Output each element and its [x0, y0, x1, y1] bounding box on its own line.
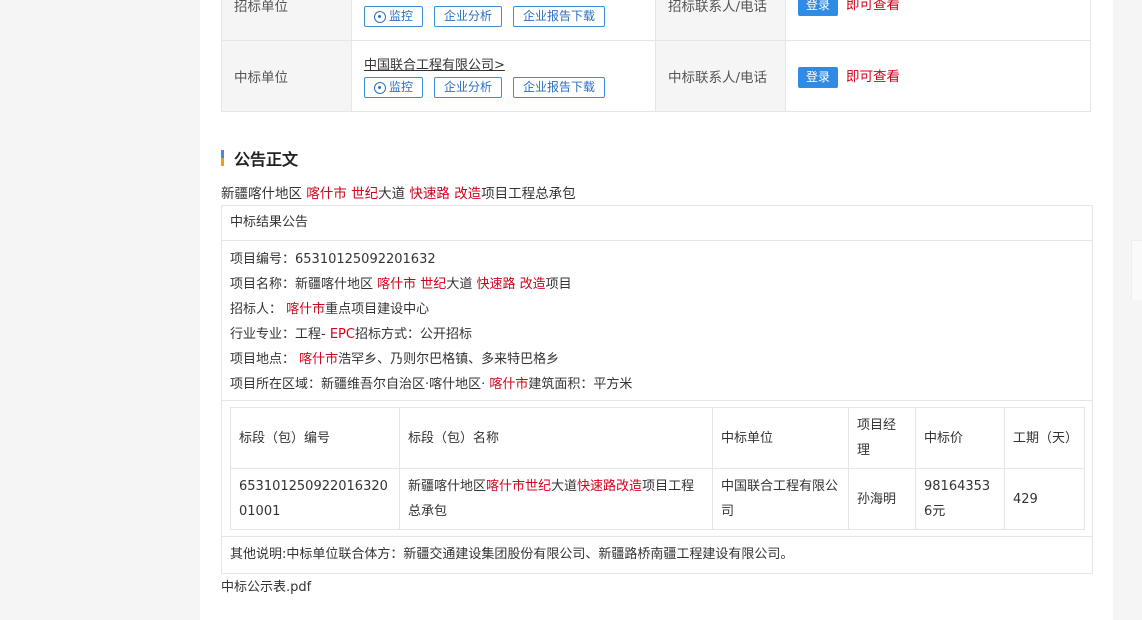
cell-manager: 孙海明	[848, 468, 916, 530]
attachment-link[interactable]: 中标公示表.pdf	[221, 576, 311, 595]
col-price: 中标价	[915, 407, 1005, 469]
company-info-table: 招标单位 监控 企业分析 企业报告下载 招标联系人/电话 登录 即可查看 中标单位…	[221, 0, 1091, 112]
announcement-headline: 新疆喀什地区 喀什市 世纪大道 快速路 改造项目工程总承包	[221, 186, 576, 202]
col-section-code: 标段（包）编号	[230, 407, 400, 469]
other-notes: 其他说明:中标单位联合体方：新疆交通建设集团股份有限公司、新疆路桥南疆工程建设有…	[230, 547, 794, 562]
monitor-button[interactable]: 监控	[364, 6, 424, 27]
project-region: 项目所在区域：新疆维吾尔自治区·喀什地区· 喀什市建筑面积：平方米	[230, 377, 633, 392]
cell-price: 981643536元	[915, 468, 1005, 530]
side-widget[interactable]	[1131, 240, 1142, 300]
company-report-download-button[interactable]: 企业报告下载	[513, 77, 606, 98]
project-number: 项目编号：65310125092201632	[230, 252, 436, 267]
industry: 行业专业：工程- EPC招标方式：公开招标	[230, 327, 472, 342]
tender-unit-row: 招标单位 监控 企业分析 企业报告下载 招标联系人/电话 登录 即可查看	[221, 0, 1091, 41]
cell-section-code: 65310125092201632001001	[230, 468, 400, 530]
section-marker	[221, 150, 224, 166]
winning-unit-label: 中标单位	[221, 40, 352, 112]
login-button[interactable]: 登录	[798, 0, 839, 16]
winning-company-link[interactable]: 中国联合工程有限公司>	[364, 58, 505, 73]
cell-section-name: 新疆喀什地区喀什市世纪大道快速路改造项目工程总承包	[399, 468, 713, 530]
col-manager: 项目经理	[848, 407, 916, 469]
doc-heading: 中标结果公告	[222, 206, 1092, 241]
project-name: 项目名称：新疆喀什地区 喀什市 世纪大道 快速路 改造项目	[230, 277, 572, 292]
content-panel: 招标单位 监控 企业分析 企业报告下载 招标联系人/电话 登录 即可查看 中标单位…	[200, 0, 1113, 620]
announcement-body: 中标结果公告 项目编号：65310125092201632 项目名称：新疆喀什地…	[221, 205, 1093, 574]
tenderer: 招标人： 喀什市重点项目建设中心	[230, 302, 430, 317]
section-title: 公告正文	[221, 146, 298, 170]
monitor-icon	[374, 81, 386, 94]
project-location: 项目地点： 喀什市浩罕乡、乃则尔巴格镇、多来特巴格乡	[230, 352, 560, 367]
view-contact-link[interactable]: 即可查看	[846, 69, 900, 85]
col-winner: 中标单位	[712, 407, 849, 469]
table-row: 65310125092201632001001 新疆喀什地区喀什市世纪大道快速路…	[230, 468, 1085, 530]
tender-contact-label: 招标联系人/电话	[655, 0, 786, 41]
company-report-download-button[interactable]: 企业报告下载	[513, 6, 606, 27]
view-contact-link[interactable]: 即可查看	[846, 0, 900, 13]
bid-result-table: 标段（包）编号 标段（包）名称 中标单位 项目经理 中标价 工期（天） 6531…	[230, 407, 1085, 530]
monitor-button[interactable]: 监控	[364, 77, 424, 98]
table-header-row: 标段（包）编号 标段（包）名称 中标单位 项目经理 中标价 工期（天）	[230, 407, 1085, 469]
cell-duration: 429	[1004, 468, 1085, 530]
winning-contact-label: 中标联系人/电话	[655, 40, 786, 112]
col-duration: 工期（天）	[1004, 407, 1085, 469]
company-analysis-button[interactable]: 企业分析	[434, 77, 503, 98]
login-button[interactable]: 登录	[798, 66, 839, 88]
col-section-name: 标段（包）名称	[399, 407, 713, 469]
doc-details: 项目编号：65310125092201632 项目名称：新疆喀什地区 喀什市 世…	[222, 241, 1092, 401]
company-analysis-button[interactable]: 企业分析	[434, 6, 503, 27]
winning-unit-row: 中标单位 中国联合工程有限公司> 监控 企业分析 企业报告下载 中标联系人/电话…	[221, 40, 1091, 112]
monitor-icon	[374, 10, 386, 23]
cell-winner: 中国联合工程有限公司	[712, 468, 849, 530]
tender-unit-label: 招标单位	[221, 0, 352, 41]
